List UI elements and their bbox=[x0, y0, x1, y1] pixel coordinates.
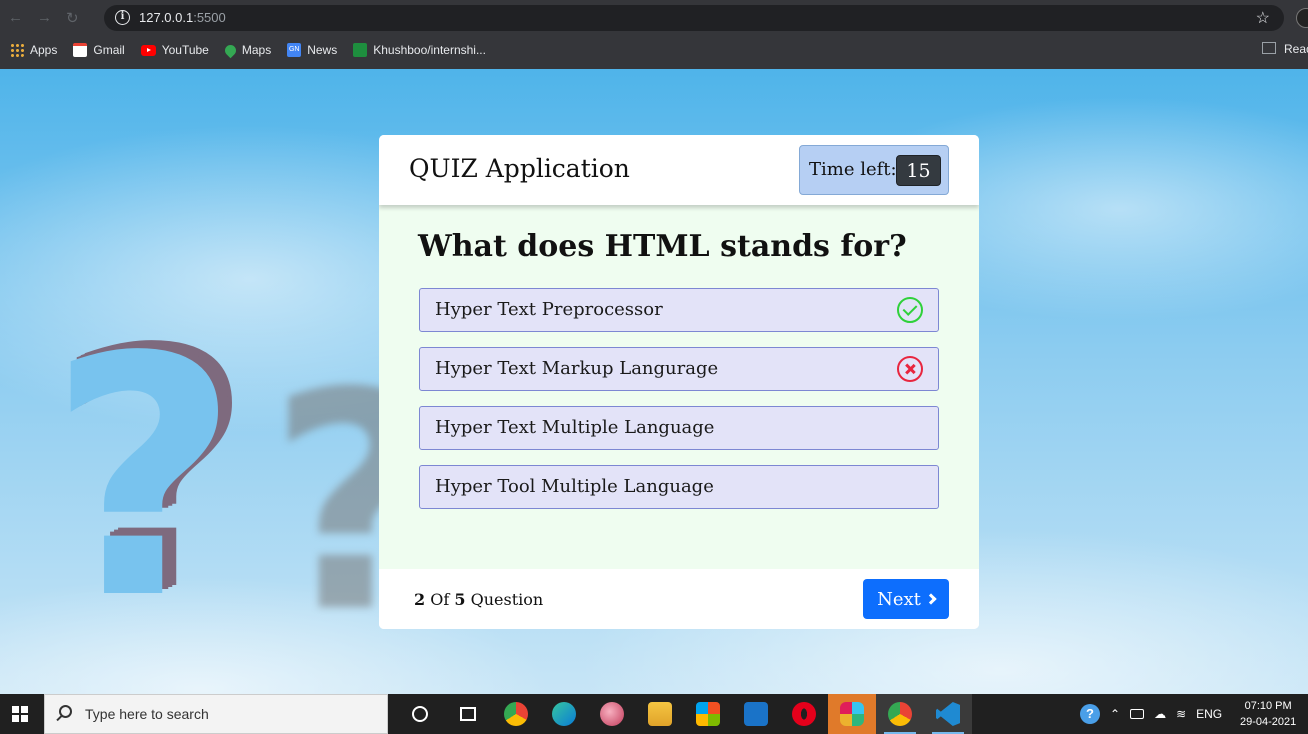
quiz-footer: 2 Of 5 Question Next bbox=[379, 569, 979, 629]
github-icon bbox=[353, 43, 368, 57]
info-icon[interactable]: i bbox=[115, 10, 130, 25]
opera-icon[interactable] bbox=[780, 694, 828, 734]
bookmarks-bar: Apps Gmail YouTube Maps GN News Khushboo/… bbox=[0, 38, 1308, 62]
help-icon[interactable]: ? bbox=[1080, 704, 1100, 724]
timer-box: Time left: 15 bbox=[799, 145, 949, 195]
bookmark-news[interactable]: GN News bbox=[287, 43, 337, 57]
chrome-icon[interactable] bbox=[492, 694, 540, 734]
language-indicator[interactable]: ENG bbox=[1196, 707, 1222, 721]
option-text: Hyper Text Preprocessor bbox=[435, 299, 663, 320]
slack-icon[interactable] bbox=[828, 694, 876, 734]
quiz-header: QUIZ Application Time left: 15 bbox=[379, 135, 979, 205]
clock-date: 29-04-2021 bbox=[1240, 716, 1297, 728]
option-3[interactable]: Hyper Text Multiple Language bbox=[419, 406, 939, 450]
browser-chrome: ← → ↻ i 127.0.0.1:5500 ☆ Apps Gmail YouT… bbox=[0, 0, 1308, 69]
counter-of: Of bbox=[430, 590, 450, 609]
taskbar-clock[interactable]: 07:10 PM 29-04-2021 bbox=[1240, 698, 1296, 730]
paint-icon[interactable] bbox=[588, 694, 636, 734]
bookmark-label: Khushboo/internshi... bbox=[373, 43, 486, 57]
search-icon bbox=[59, 705, 72, 718]
file-explorer-icon[interactable] bbox=[636, 694, 684, 734]
gmail-icon bbox=[73, 43, 88, 57]
maps-icon bbox=[222, 42, 239, 58]
timer-value: 15 bbox=[896, 155, 941, 186]
address-bar-row: ← → ↻ i 127.0.0.1:5500 ☆ bbox=[0, 0, 1308, 36]
url-host: 127.0.0.1 bbox=[139, 10, 194, 25]
reading-list[interactable]: Reac bbox=[1262, 42, 1308, 56]
question-counter: 2 Of 5 Question bbox=[414, 590, 543, 609]
question-mark-graphic: ? bbox=[48, 287, 240, 671]
wifi-icon[interactable]: ≋ bbox=[1176, 707, 1186, 721]
cross-circle-icon bbox=[897, 356, 923, 382]
counter-suffix: Question bbox=[470, 590, 544, 609]
bookmark-star-icon[interactable]: ☆ bbox=[1256, 8, 1270, 28]
url-port: :5500 bbox=[193, 10, 226, 25]
next-button-label: Next bbox=[877, 588, 921, 610]
quiz-card: QUIZ Application Time left: 15 What does… bbox=[379, 135, 979, 629]
clock-time: 07:10 PM bbox=[1244, 700, 1292, 712]
back-icon[interactable]: ← bbox=[8, 9, 23, 27]
store-icon[interactable] bbox=[684, 694, 732, 734]
reload-icon[interactable]: ↻ bbox=[66, 9, 79, 27]
news-icon: GN bbox=[287, 43, 302, 57]
chevron-up-icon[interactable]: ⌃ bbox=[1110, 707, 1120, 721]
timer-label: Time left: bbox=[809, 159, 897, 180]
bookmark-gmail[interactable]: Gmail bbox=[73, 43, 125, 57]
mail-icon[interactable] bbox=[732, 694, 780, 734]
bookmark-label: Gmail bbox=[93, 43, 125, 57]
app-title: QUIZ Application bbox=[409, 154, 630, 183]
onedrive-icon[interactable]: ☁ bbox=[1154, 707, 1166, 721]
bookmark-label: YouTube bbox=[161, 43, 209, 57]
profile-avatar[interactable] bbox=[1296, 8, 1308, 28]
windows-start-icon[interactable] bbox=[12, 706, 28, 722]
forward-icon[interactable]: → bbox=[37, 9, 52, 27]
system-tray: ? ⌃ ☁ ≋ ENG bbox=[1080, 694, 1222, 734]
reading-list-label: Reac bbox=[1284, 42, 1308, 56]
next-button[interactable]: Next bbox=[863, 579, 949, 619]
bookmark-youtube[interactable]: YouTube bbox=[140, 43, 209, 57]
counter-current: 2 bbox=[414, 590, 426, 609]
quiz-body: What does HTML stands for? Hyper Text Pr… bbox=[379, 205, 979, 569]
option-text: Hyper Text Markup Langurage bbox=[435, 358, 719, 379]
windows-taskbar: Type here to search ? ⌃ ☁ ≋ ENG 07:10 PM… bbox=[0, 694, 1308, 734]
question-text: What does HTML stands for? bbox=[418, 229, 907, 264]
chevron-right-icon bbox=[925, 593, 937, 605]
option-4[interactable]: Hyper Tool Multiple Language bbox=[419, 465, 939, 509]
battery-icon[interactable] bbox=[1130, 709, 1145, 719]
bookmark-label: News bbox=[307, 43, 338, 57]
cortana-icon[interactable] bbox=[396, 694, 444, 734]
option-text: Hyper Tool Multiple Language bbox=[435, 476, 714, 497]
nav-buttons: ← → ↻ bbox=[8, 9, 79, 27]
youtube-icon bbox=[140, 44, 156, 56]
taskbar-apps bbox=[396, 694, 972, 734]
option-text: Hyper Text Multiple Language bbox=[435, 417, 715, 438]
task-view-icon[interactable] bbox=[444, 694, 492, 734]
taskbar-search-box[interactable]: Type here to search bbox=[44, 694, 388, 734]
check-circle-icon bbox=[897, 297, 923, 323]
omnibox[interactable]: i 127.0.0.1:5500 ☆ bbox=[104, 5, 1284, 31]
option-1[interactable]: Hyper Text Preprocessor bbox=[419, 288, 939, 332]
vscode-icon[interactable] bbox=[924, 694, 972, 734]
apps-icon bbox=[10, 43, 24, 57]
bookmark-label: Apps bbox=[30, 43, 58, 57]
bookmark-github[interactable]: Khushboo/internshi... bbox=[353, 43, 486, 57]
taskbar-search-placeholder: Type here to search bbox=[85, 706, 209, 722]
counter-total: 5 bbox=[454, 590, 466, 609]
bookmark-apps[interactable]: Apps bbox=[10, 43, 57, 57]
edge-icon[interactable] bbox=[540, 694, 588, 734]
chrome-profile-icon[interactable] bbox=[876, 694, 924, 734]
url-text[interactable]: 127.0.0.1:5500 bbox=[139, 10, 226, 25]
option-2[interactable]: Hyper Text Markup Langurage bbox=[419, 347, 939, 391]
bookmark-label: Maps bbox=[241, 43, 272, 57]
bookmark-maps[interactable]: Maps bbox=[222, 42, 272, 58]
reading-list-icon bbox=[1262, 42, 1276, 54]
